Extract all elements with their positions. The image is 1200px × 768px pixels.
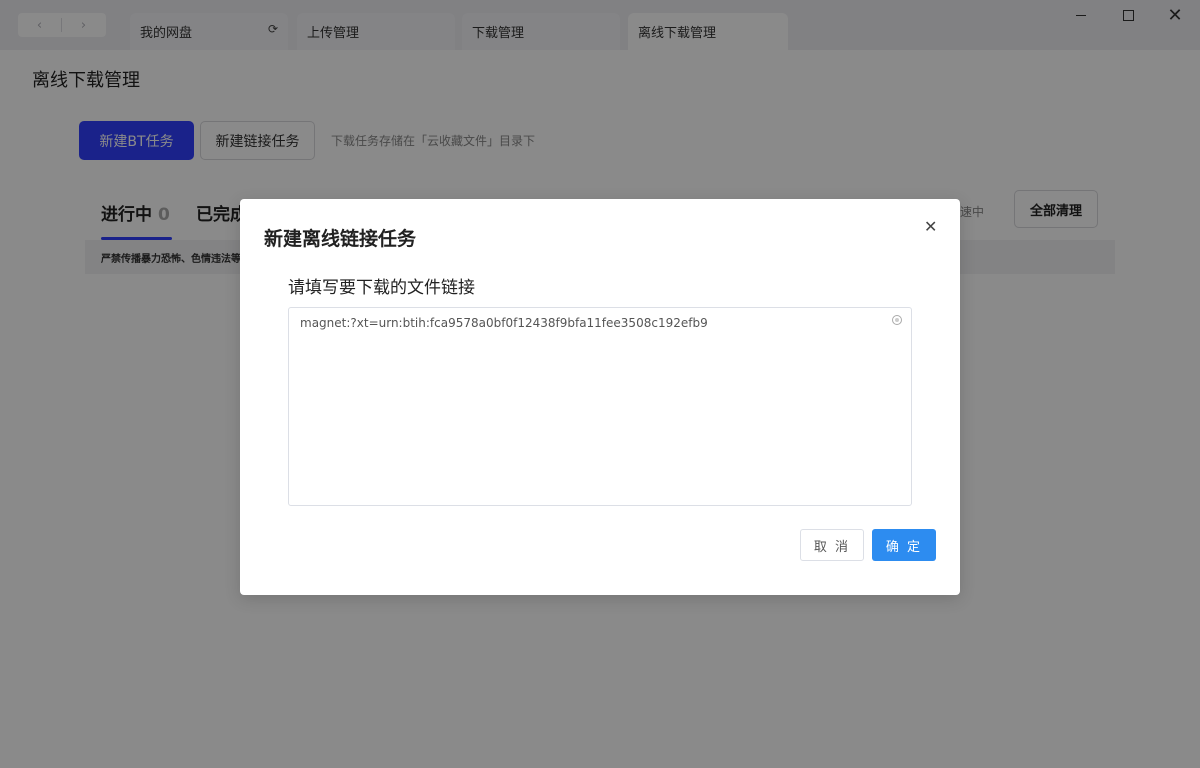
confirm-button[interactable]: 确 定 (872, 529, 936, 561)
dialog-title: 新建离线链接任务 (264, 228, 417, 250)
new-link-task-dialog: 新建离线链接任务 ✕ 请填写要下载的文件链接 取 消 确 定 (240, 199, 960, 595)
close-icon: ✕ (924, 217, 938, 236)
cancel-button[interactable]: 取 消 (800, 529, 864, 561)
link-field-label: 请填写要下载的文件链接 (288, 278, 475, 298)
dialog-close-button[interactable]: ✕ (924, 217, 937, 236)
link-input[interactable] (288, 307, 912, 506)
clear-input-icon[interactable] (892, 315, 902, 325)
